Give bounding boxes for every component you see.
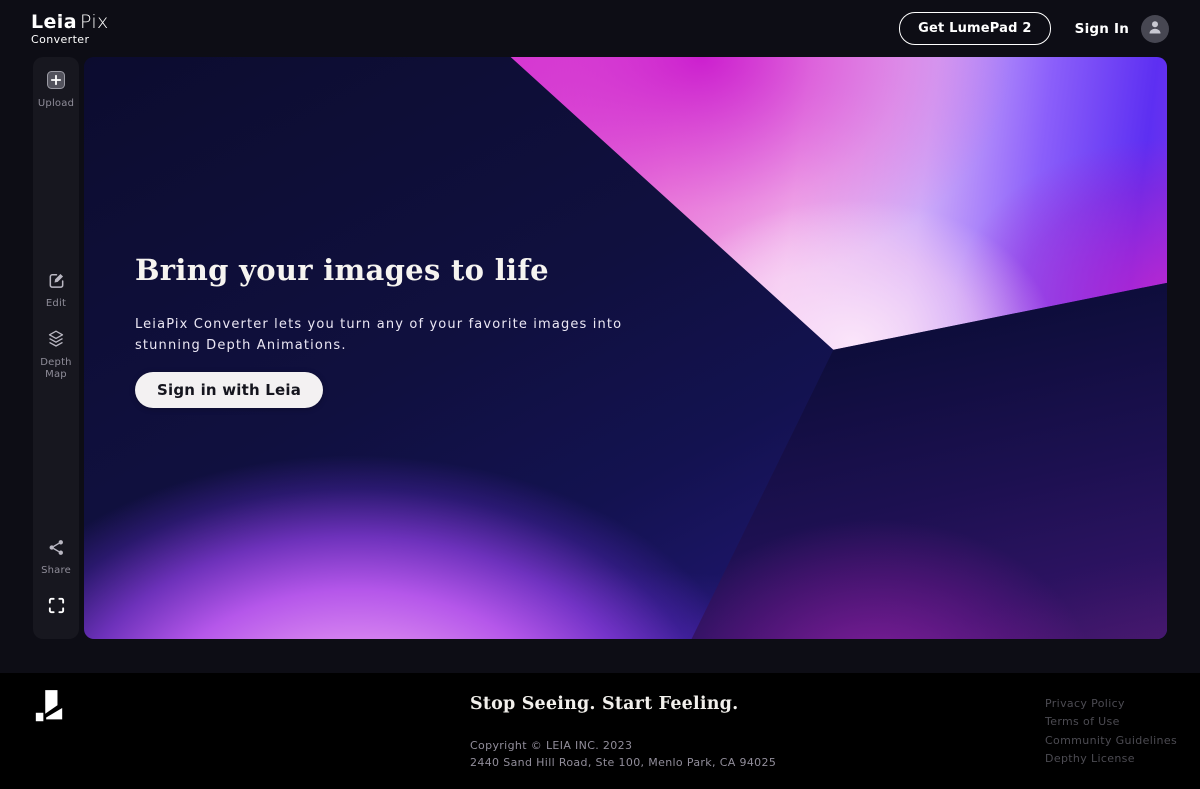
hero-description-line: stunning Depth Animations. [135, 335, 622, 356]
sign-in-button[interactable]: Sign In [1075, 21, 1129, 37]
fullscreen-icon [47, 596, 66, 619]
footer-center: Stop Seeing. Start Feeling. Copyright © … [470, 694, 730, 771]
leiapix-logo[interactable]: LeiaPix Converter [31, 13, 109, 45]
logo-brand-bold: Leia [31, 11, 77, 33]
hero-content: Bring your images to life LeiaPix Conver… [135, 253, 622, 408]
leiapix-converter-app: LeiaPix Converter Get LumePad 2 Sign In [0, 0, 1200, 789]
sidebar-item-label: Edit [33, 298, 79, 310]
footer: Stop Seeing. Start Feeling. Copyright © … [0, 673, 1200, 789]
share-nodes-icon [47, 538, 66, 561]
logo-wordmark: LeiaPix [31, 13, 109, 32]
footer-copyright: Copyright © LEIA INC. 2023 2440 Sand Hil… [470, 737, 730, 771]
get-lumepad-button[interactable]: Get LumePad 2 [899, 12, 1051, 45]
link-terms-of-use[interactable]: Terms of Use [1045, 713, 1177, 731]
hero-description: LeiaPix Converter lets you turn any of y… [135, 314, 622, 356]
avatar[interactable] [1141, 15, 1169, 43]
sidebar-item-label: Share [33, 565, 79, 577]
hero-title: Bring your images to life [135, 253, 622, 288]
sidebar-item-label: Upload [33, 98, 79, 110]
logo-brand-light: Pix [80, 11, 109, 33]
link-depthy-license[interactable]: Depthy License [1045, 750, 1177, 768]
sidebar-item-fullscreen[interactable] [33, 596, 79, 619]
link-privacy-policy[interactable]: Privacy Policy [1045, 695, 1177, 713]
hero-description-line: LeiaPix Converter lets you turn any of y… [135, 314, 622, 335]
sidebar-item-edit[interactable]: Edit [33, 271, 79, 310]
hero-canvas: Bring your images to life LeiaPix Conver… [84, 57, 1167, 639]
header: LeiaPix Converter Get LumePad 2 Sign In [0, 0, 1200, 57]
edit-pencil-icon [47, 271, 66, 294]
sign-in-with-leia-button[interactable]: Sign in with Leia [135, 372, 323, 408]
sidebar-toolbar: Upload Edit Depth Map [33, 57, 79, 639]
address-line: 2440 Sand Hill Road, Ste 100, Menlo Park… [470, 754, 730, 771]
upload-plus-icon [46, 70, 66, 94]
sidebar-item-depth-map[interactable]: Depth Map [33, 329, 79, 381]
sidebar-item-label: Depth Map [33, 357, 79, 381]
footer-links: Privacy Policy Terms of Use Community Gu… [1045, 695, 1177, 768]
leia-logo-mark [33, 690, 65, 732]
header-actions: Get LumePad 2 Sign In [899, 12, 1169, 45]
depth-map-layers-icon [46, 329, 66, 353]
footer-tagline: Stop Seeing. Start Feeling. [470, 694, 730, 714]
person-icon [1146, 18, 1164, 40]
copyright-line: Copyright © LEIA INC. 2023 [470, 737, 730, 754]
sidebar-item-upload[interactable]: Upload [33, 70, 79, 110]
sidebar-item-share[interactable]: Share [33, 538, 79, 577]
logo-subtitle: Converter [31, 34, 109, 45]
link-community-guidelines[interactable]: Community Guidelines [1045, 732, 1177, 750]
